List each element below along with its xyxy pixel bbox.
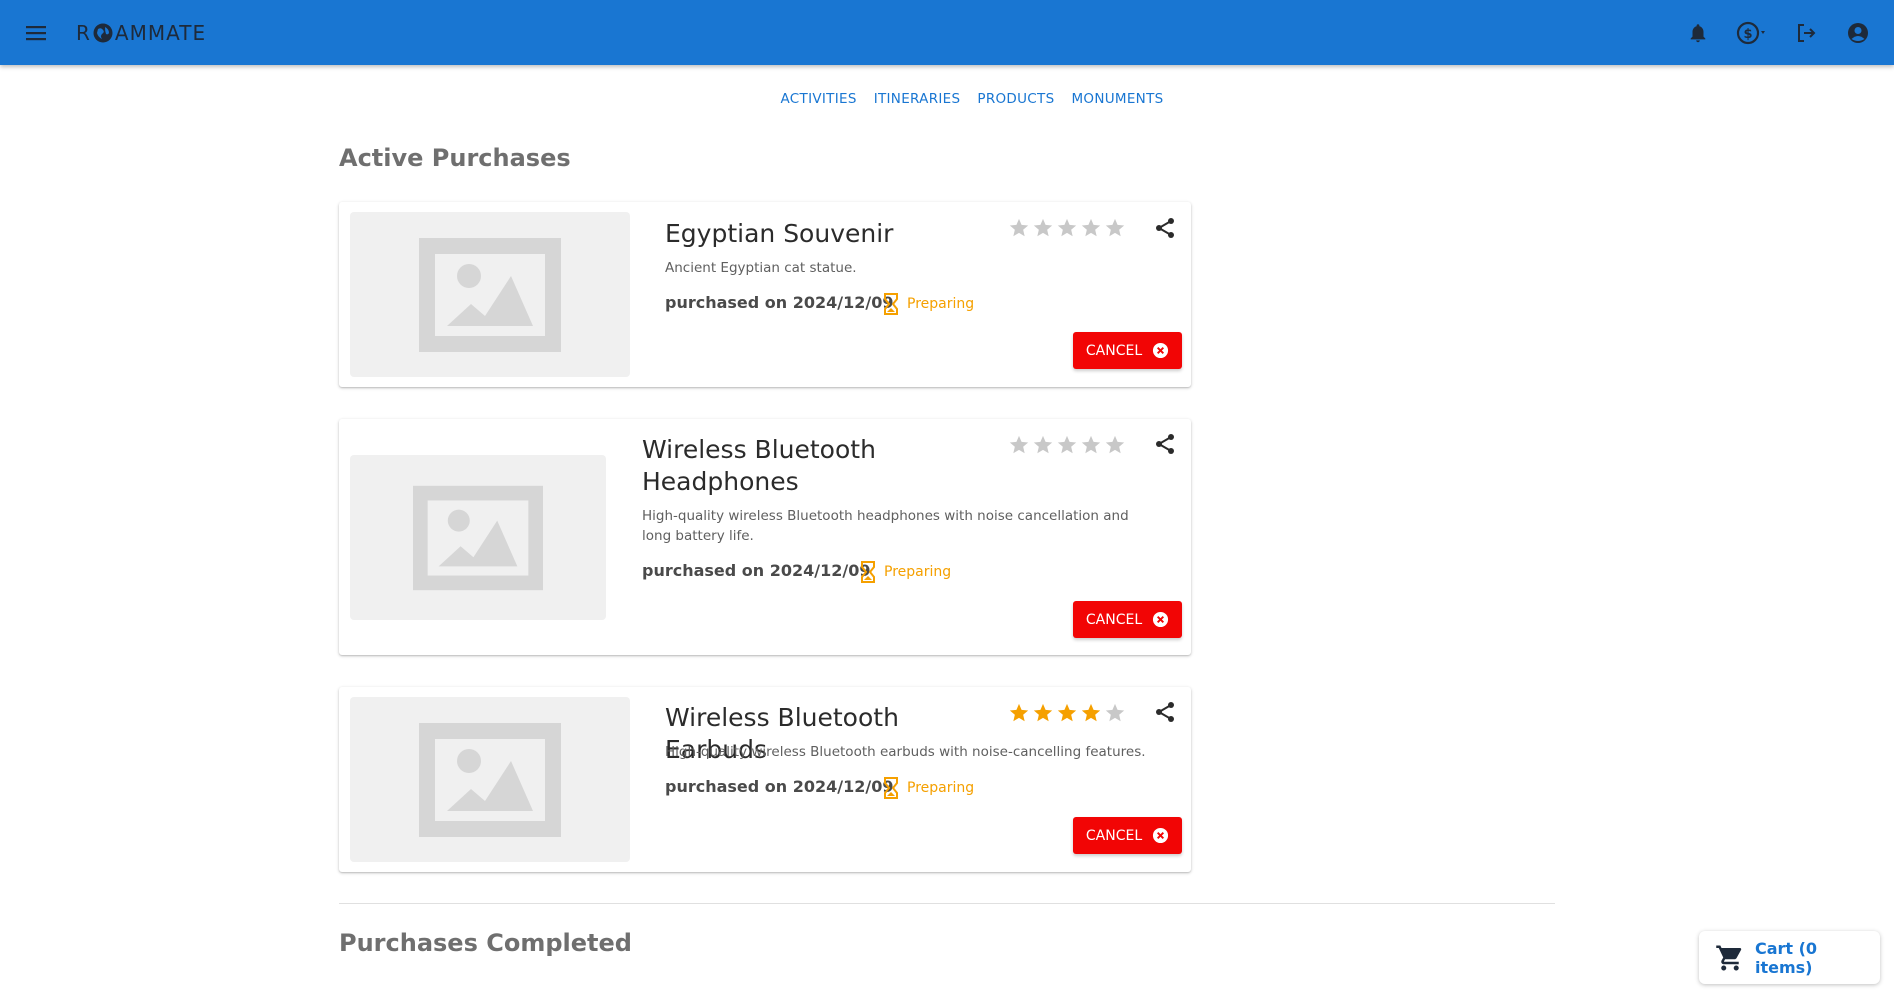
- app-logo[interactable]: R AMMATE: [76, 20, 206, 46]
- star-icon[interactable]: [1008, 217, 1030, 239]
- cancel-label: CANCEL: [1085, 611, 1143, 628]
- product-description: High-quality wireless Bluetooth headphon…: [642, 508, 1129, 544]
- purchase-date: purchased on 2024/12/09: [665, 293, 894, 312]
- cancel-circle-icon: [1153, 827, 1169, 844]
- cart-button[interactable]: Cart (0 items): [1699, 931, 1880, 984]
- star-icon[interactable]: [1056, 217, 1078, 239]
- hourglass-icon: [861, 561, 875, 583]
- logout-icon[interactable]: [1790, 17, 1822, 49]
- star-icon[interactable]: [1032, 434, 1054, 456]
- purchase-card: Wireless Bluetooth Headphones High-quali…: [339, 419, 1191, 655]
- order-status-label: Preparing: [907, 780, 975, 796]
- star-icon[interactable]: [1080, 217, 1102, 239]
- cancel-label: CANCEL: [1085, 827, 1143, 844]
- rating-stars[interactable]: [1008, 217, 1126, 239]
- hourglass-icon: [884, 293, 898, 315]
- account-icon[interactable]: [1842, 17, 1874, 49]
- completed-purchases-title: Purchases Completed: [339, 929, 632, 957]
- image-placeholder-icon: [413, 485, 543, 590]
- order-status: Preparing: [883, 777, 974, 799]
- star-icon[interactable]: [1056, 434, 1078, 456]
- logo-text-end: AMMATE: [114, 21, 207, 45]
- rating-stars[interactable]: [1008, 702, 1126, 724]
- nav-itineraries[interactable]: ITINERARIES: [874, 91, 961, 107]
- nav-activities[interactable]: ACTIVITIES: [781, 91, 857, 107]
- order-status: Preparing: [860, 561, 951, 583]
- product-name: Egyptian Souvenir: [665, 219, 894, 248]
- image-placeholder-icon: [419, 722, 561, 837]
- product-image: [350, 455, 606, 620]
- rating-stars[interactable]: [1008, 434, 1126, 456]
- purchase-date: purchased on 2024/12/09: [665, 777, 894, 796]
- cart-icon: [1716, 945, 1742, 970]
- purchase-card: Wireless Bluetooth Earbuds High-quality …: [339, 687, 1191, 872]
- purchase-date: purchased on 2024/12/09: [642, 561, 871, 580]
- product-name: Wireless Bluetooth Headphones: [642, 435, 876, 496]
- star-icon[interactable]: [1080, 434, 1102, 456]
- star-icon[interactable]: [1104, 434, 1126, 456]
- star-icon[interactable]: [1104, 217, 1126, 239]
- star-icon[interactable]: [1104, 702, 1126, 724]
- purchase-card: Egyptian Souvenir Ancient Egyptian cat s…: [339, 202, 1191, 387]
- share-icon[interactable]: [1153, 216, 1177, 240]
- star-icon[interactable]: [1032, 217, 1054, 239]
- bell-icon[interactable]: [1682, 17, 1714, 49]
- nav-monuments[interactable]: MONUMENTS: [1071, 91, 1163, 107]
- star-icon[interactable]: [1080, 702, 1102, 724]
- order-status-label: Preparing: [884, 564, 952, 580]
- star-icon[interactable]: [1008, 702, 1030, 724]
- app-bar: R AMMATE $: [0, 0, 1894, 65]
- star-icon[interactable]: [1056, 702, 1078, 724]
- hourglass-icon: [884, 777, 898, 799]
- category-nav: ACTIVITIES ITINERARIES PRODUCTS MONUMENT…: [0, 91, 1894, 107]
- menu-icon[interactable]: [20, 18, 52, 48]
- active-purchases-title: Active Purchases: [339, 144, 571, 172]
- cancel-circle-icon: [1153, 342, 1169, 359]
- currency-exchange-icon[interactable]: $: [1734, 17, 1770, 49]
- star-icon[interactable]: [1032, 702, 1054, 724]
- share-icon[interactable]: [1153, 432, 1177, 456]
- cancel-circle-icon: [1153, 611, 1169, 628]
- product-image: [350, 697, 630, 862]
- section-divider: [339, 903, 1555, 904]
- cart-label: Cart (0 items): [1754, 938, 1818, 977]
- order-status: Preparing: [883, 293, 974, 315]
- product-description: Ancient Egyptian cat statue.: [665, 260, 857, 276]
- globe-icon: [92, 22, 114, 44]
- logo-text-start: R: [76, 21, 91, 45]
- nav-products[interactable]: PRODUCTS: [977, 91, 1054, 107]
- order-status-label: Preparing: [907, 296, 975, 312]
- cancel-button[interactable]: CANCEL: [1073, 332, 1182, 369]
- share-icon[interactable]: [1153, 700, 1177, 724]
- cancel-label: CANCEL: [1085, 342, 1143, 359]
- product-image: [350, 212, 630, 377]
- image-placeholder-icon: [419, 237, 561, 352]
- cancel-button[interactable]: CANCEL: [1073, 601, 1182, 638]
- star-icon[interactable]: [1008, 434, 1030, 456]
- svg-text:$: $: [1743, 27, 1752, 42]
- product-description: High-quality wireless Bluetooth earbuds …: [665, 744, 1146, 760]
- cancel-button[interactable]: CANCEL: [1073, 817, 1182, 854]
